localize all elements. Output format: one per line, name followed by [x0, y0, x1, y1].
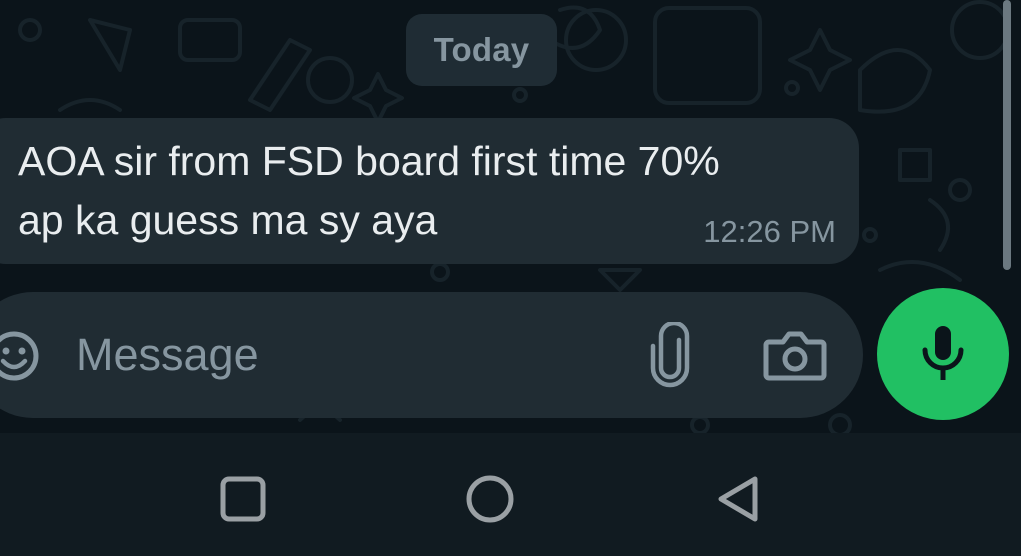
message-composer — [0, 292, 863, 418]
microphone-icon — [922, 326, 964, 380]
paperclip-icon — [650, 320, 690, 388]
home-button[interactable] — [462, 471, 518, 527]
incoming-message-bubble[interactable]: AOA sir from FSD board first time 70% ap… — [0, 118, 859, 264]
emoji-button[interactable] — [0, 326, 44, 386]
triangle-back-icon — [718, 476, 758, 522]
message-input[interactable] — [76, 322, 596, 388]
back-button[interactable] — [710, 471, 766, 527]
camera-icon — [763, 331, 827, 381]
date-chip-label: Today — [433, 31, 530, 68]
square-icon — [220, 476, 266, 522]
date-chip: Today — [406, 14, 557, 86]
system-navigation-bar — [0, 433, 1021, 556]
chat-scrollbar[interactable] — [1003, 0, 1011, 270]
chat-screen: Today AOA sir from FSD board first time … — [0, 0, 1021, 556]
recents-button[interactable] — [215, 471, 271, 527]
voice-record-button[interactable] — [877, 288, 1009, 420]
message-text-line-1: AOA sir from FSD board first time 70% — [18, 138, 720, 184]
camera-button[interactable] — [763, 328, 827, 382]
circle-icon — [466, 475, 514, 523]
message-timestamp: 12:26 PM — [703, 214, 836, 249]
emoji-icon — [0, 331, 39, 381]
attach-button[interactable] — [646, 320, 696, 388]
